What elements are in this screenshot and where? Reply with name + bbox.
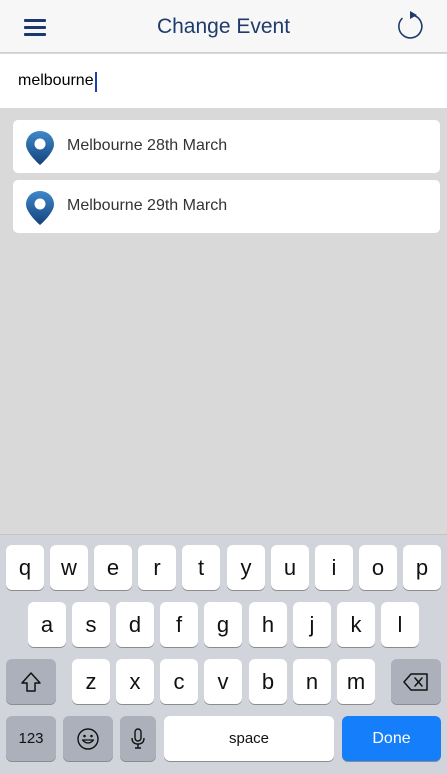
key-o[interactable]: o: [359, 545, 397, 590]
list-item[interactable]: Melbourne 29th March: [13, 180, 440, 233]
key-x[interactable]: x: [116, 659, 154, 704]
done-key[interactable]: Done: [342, 716, 441, 761]
key-w[interactable]: w: [50, 545, 88, 590]
backspace-key[interactable]: [391, 659, 441, 704]
location-pin-icon: [26, 191, 54, 225]
app-header: Change Event: [0, 0, 447, 53]
key-f[interactable]: f: [160, 602, 198, 647]
on-screen-keyboard: q w e r t y u i o p a s d f g h j k l z …: [0, 534, 447, 774]
space-key[interactable]: space: [164, 716, 334, 761]
location-pin-icon: [26, 131, 54, 165]
emoji-icon: [77, 727, 99, 750]
results-list: Melbourne 28th March Melbourne 29th Marc…: [13, 120, 440, 240]
page-title: Change Event: [156, 15, 291, 38]
key-i[interactable]: i: [315, 545, 353, 590]
text-cursor: [95, 72, 97, 92]
key-k[interactable]: k: [337, 602, 375, 647]
key-u[interactable]: u: [271, 545, 309, 590]
result-label: Melbourne 28th March: [67, 137, 228, 154]
backspace-icon: [403, 672, 428, 691]
search-bar: [0, 54, 447, 108]
dictation-key[interactable]: [120, 716, 156, 761]
key-n[interactable]: n: [293, 659, 331, 704]
key-e[interactable]: e: [94, 545, 132, 590]
emoji-key[interactable]: [63, 716, 113, 761]
key-p[interactable]: p: [403, 545, 441, 590]
key-z[interactable]: z: [72, 659, 110, 704]
shift-key[interactable]: [6, 659, 56, 704]
refresh-icon[interactable]: [393, 8, 429, 44]
shift-arrow-icon: [21, 671, 41, 692]
key-r[interactable]: r: [138, 545, 176, 590]
search-input[interactable]: [18, 68, 418, 94]
app-screen: Change Event Melbourne 28th March: [0, 0, 447, 774]
key-v[interactable]: v: [204, 659, 242, 704]
key-c[interactable]: c: [160, 659, 198, 704]
result-label: Melbourne 29th March: [67, 197, 228, 214]
key-l[interactable]: l: [381, 602, 419, 647]
key-q[interactable]: q: [6, 545, 44, 590]
key-j[interactable]: j: [293, 602, 331, 647]
microphone-icon: [131, 727, 145, 749]
list-item[interactable]: Melbourne 28th March: [13, 120, 440, 173]
key-s[interactable]: s: [72, 602, 110, 647]
key-t[interactable]: t: [182, 545, 220, 590]
key-h[interactable]: h: [249, 602, 287, 647]
key-y[interactable]: y: [227, 545, 265, 590]
numbers-key[interactable]: 123: [6, 716, 56, 761]
key-d[interactable]: d: [116, 602, 154, 647]
key-g[interactable]: g: [204, 602, 242, 647]
key-a[interactable]: a: [28, 602, 66, 647]
key-b[interactable]: b: [249, 659, 287, 704]
key-m[interactable]: m: [337, 659, 375, 704]
